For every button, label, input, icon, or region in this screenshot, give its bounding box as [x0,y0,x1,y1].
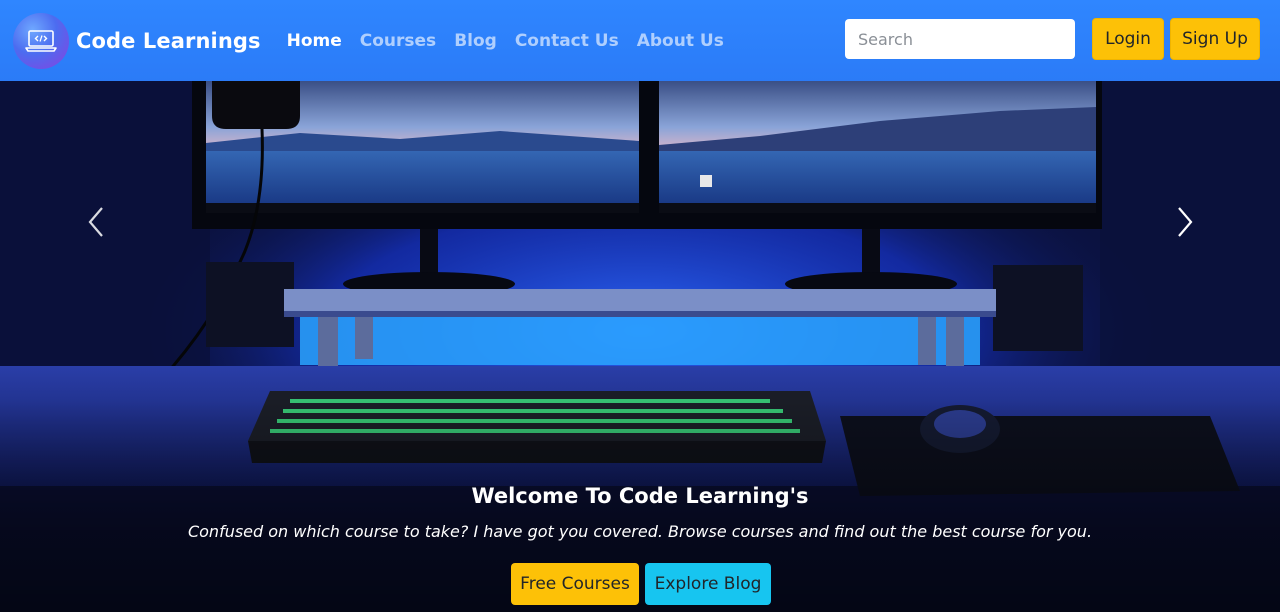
login-button[interactable]: Login [1092,18,1164,60]
navbar: Code Learnings Home Courses Blog Contact… [0,0,1280,81]
laptop-code-icon [13,12,69,69]
chevron-left-icon[interactable] [76,202,116,242]
hero-carousel: Welcome To Code Learning's Confused on w… [0,81,1280,612]
hero-title: Welcome To Code Learning's [471,484,809,508]
nav-link-contact[interactable]: Contact Us [515,31,619,51]
search-input[interactable] [845,19,1075,59]
brand-name: Code Learnings [76,28,261,53]
hero-subtitle: Confused on which course to take? I have… [187,522,1093,541]
free-courses-button[interactable]: Free Courses [511,563,639,605]
explore-blog-button[interactable]: Explore Blog [645,563,771,605]
brand[interactable]: Code Learnings [13,12,261,69]
chevron-right-icon[interactable] [1165,202,1205,242]
nav-links: Home Courses Blog Contact Us About Us [287,31,742,51]
signup-button[interactable]: Sign Up [1170,18,1260,60]
nav-link-home[interactable]: Home [287,31,342,51]
nav-link-blog[interactable]: Blog [454,31,497,51]
nav-link-about[interactable]: About Us [637,31,724,51]
nav-link-courses[interactable]: Courses [360,31,436,51]
